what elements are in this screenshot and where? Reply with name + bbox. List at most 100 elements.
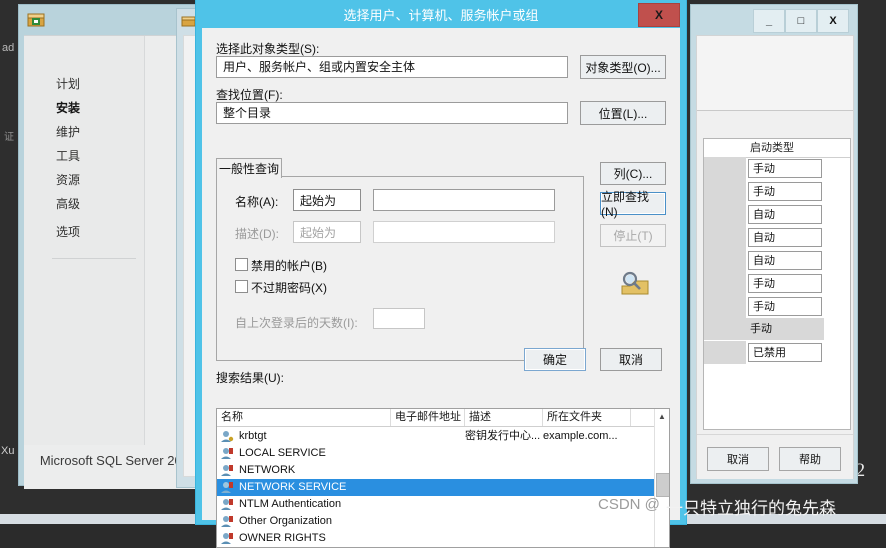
table-row[interactable]: 自动 bbox=[704, 249, 850, 273]
list-item-name: OWNER RIGHTS bbox=[239, 532, 326, 544]
column-header-startup-type: 启动类型 bbox=[750, 142, 794, 154]
startup-type-select[interactable]: 手动 bbox=[748, 297, 822, 316]
scroll-up-icon[interactable]: ▲ bbox=[655, 409, 669, 423]
startup-type-select[interactable]: 手动 bbox=[748, 182, 822, 201]
object-types-button[interactable]: 对象类型(O)... bbox=[580, 55, 666, 79]
days-since-login-select[interactable] bbox=[373, 308, 425, 329]
sql-installer-nav[interactable]: 计划 安装 维护 工具 资源 高级 选项 bbox=[24, 36, 145, 468]
column-header-name[interactable]: 名称 bbox=[217, 409, 391, 426]
results-header-row[interactable]: 名称 电子邮件地址 描述 所在文件夹 bbox=[217, 409, 669, 427]
days-since-login-label: 自上次登录后的天数(I): bbox=[235, 316, 358, 330]
startup-type-select[interactable]: 已禁用 bbox=[748, 343, 822, 362]
common-queries-panel: 名称(A): 起始为 描述(D): 起始为 禁用的帐户(B) 不过期密码(X) … bbox=[216, 176, 584, 361]
column-header-extra[interactable] bbox=[631, 409, 655, 426]
results-scrollbar[interactable]: ▲ bbox=[654, 409, 669, 547]
startup-type-select[interactable]: 自动 bbox=[748, 228, 822, 247]
user-key-icon bbox=[221, 431, 234, 442]
name-operator-select[interactable]: 起始为 bbox=[293, 189, 361, 211]
builtin-principal-icon bbox=[221, 465, 233, 476]
table-row[interactable]: 自动 bbox=[704, 226, 850, 250]
list-item[interactable]: LOCAL SERVICE bbox=[217, 445, 654, 462]
startup-type-select[interactable]: 自动 bbox=[748, 251, 822, 270]
table-row[interactable]: 自动 bbox=[704, 203, 850, 227]
help-button[interactable]: 帮助 bbox=[779, 447, 841, 471]
sidebar-item-planning[interactable]: 计划 bbox=[56, 74, 140, 94]
row-name-cell bbox=[704, 341, 746, 365]
watermark-prefix: CSDN @ bbox=[598, 496, 660, 513]
startup-type-select[interactable]: 手动 bbox=[748, 159, 822, 178]
row-name-cell bbox=[704, 157, 746, 181]
cancel-button[interactable]: 取消 bbox=[707, 447, 769, 471]
object-type-label: 选择此对象类型(S): bbox=[216, 42, 320, 56]
list-item[interactable]: krbtgt 密钥发行中心... example.com... bbox=[217, 428, 654, 445]
list-item-description: 密钥发行中心... bbox=[465, 430, 541, 442]
services-startup-grid[interactable]: 启动类型 手动 手动 自动 自动 自动 手动 手动 手动 已禁用 bbox=[703, 138, 851, 430]
select-users-dialog[interactable]: 选择用户、计算机、服务帐户或组 X 选择此对象类型(S): 用户、服务帐户、组或… bbox=[196, 0, 686, 548]
table-row[interactable]: 手动 bbox=[704, 295, 850, 319]
list-item[interactable]: NTLM Authentication bbox=[217, 496, 654, 513]
dialog-cancel-button[interactable]: 取消 bbox=[600, 348, 662, 371]
minimize-button[interactable]: _ bbox=[753, 9, 785, 33]
builtin-principal-icon bbox=[221, 499, 233, 510]
column-header-folder[interactable]: 所在文件夹 bbox=[543, 409, 631, 426]
list-item-folder: example.com... bbox=[543, 430, 618, 442]
table-row[interactable]: 手动 bbox=[704, 272, 850, 296]
services-button-bar: 取消 帮助 bbox=[697, 434, 853, 479]
desktop-text-fragment-bottom: Xu bbox=[1, 445, 15, 457]
stop-button[interactable]: 停止(T) bbox=[600, 224, 666, 247]
watermark-author: 一只特立独行的兔先森 bbox=[666, 499, 836, 518]
description-input[interactable] bbox=[373, 221, 555, 243]
services-window[interactable]: _ □ X 启动类型 手动 手动 自动 自动 自动 手动 手动 手动 已禁用 取… bbox=[690, 4, 858, 484]
list-item-selected[interactable]: NETWORK SERVICE bbox=[217, 479, 654, 496]
builtin-principal-icon bbox=[221, 448, 233, 459]
table-row[interactable]: 手动 bbox=[704, 180, 850, 204]
sidebar-item-maintenance[interactable]: 维护 bbox=[56, 122, 140, 142]
dialog-body: 选择此对象类型(S): 用户、服务帐户、组或内置安全主体 对象类型(O)... … bbox=[202, 28, 680, 548]
disabled-accounts-checkbox[interactable] bbox=[235, 258, 248, 271]
startup-type-select[interactable]: 手动 bbox=[748, 274, 822, 293]
list-item[interactable]: NETWORK bbox=[217, 462, 654, 479]
services-titlebar[interactable]: _ □ X bbox=[691, 5, 857, 35]
table-row[interactable]: 手动 bbox=[704, 157, 850, 181]
services-body: 启动类型 手动 手动 自动 自动 自动 手动 手动 手动 已禁用 取消 帮助 bbox=[696, 35, 854, 479]
list-item-name: LOCAL SERVICE bbox=[239, 447, 326, 459]
name-label: 名称(A): bbox=[235, 195, 279, 209]
disabled-accounts-label: 禁用的帐户(B) bbox=[251, 259, 327, 273]
sidebar-item-advanced[interactable]: 高级 bbox=[56, 194, 140, 214]
description-operator-select[interactable]: 起始为 bbox=[293, 221, 361, 243]
name-input[interactable] bbox=[373, 189, 555, 211]
table-row[interactable]: 已禁用 bbox=[704, 341, 850, 365]
close-icon[interactable]: X bbox=[638, 3, 680, 27]
object-type-field[interactable]: 用户、服务帐户、组或内置安全主体 bbox=[216, 56, 568, 78]
row-name-cell bbox=[704, 272, 746, 296]
location-button[interactable]: 位置(L)... bbox=[580, 101, 666, 125]
location-field[interactable]: 整个目录 bbox=[216, 102, 568, 124]
column-header-email[interactable]: 电子邮件地址 bbox=[391, 409, 465, 426]
desktop-text-fragment-mid: 证 bbox=[4, 132, 14, 143]
sidebar-item-options[interactable]: 选项 bbox=[56, 222, 140, 242]
sidebar-item-tools[interactable]: 工具 bbox=[56, 146, 140, 166]
setup-box-icon-small bbox=[181, 16, 196, 27]
services-top-pane bbox=[697, 36, 853, 111]
tab-common-queries[interactable]: 一般性查询 bbox=[216, 158, 282, 178]
startup-type-select[interactable]: 自动 bbox=[748, 205, 822, 224]
builtin-principal-icon bbox=[221, 516, 233, 527]
close-button[interactable]: X bbox=[817, 9, 849, 33]
description-label: 描述(D): bbox=[235, 227, 279, 241]
list-item[interactable]: OWNER RIGHTS bbox=[217, 530, 654, 547]
dialog-title: 选择用户、计算机、服务帐户或组 bbox=[343, 7, 539, 23]
find-now-button[interactable]: 立即查找(N) bbox=[600, 190, 666, 219]
list-item[interactable]: Other Organization bbox=[217, 513, 654, 530]
columns-button[interactable]: 列(C)... bbox=[600, 162, 666, 185]
non-expiring-password-checkbox[interactable] bbox=[235, 280, 248, 293]
sidebar-item-installation[interactable]: 安装 bbox=[56, 98, 140, 118]
maximize-button[interactable]: □ bbox=[785, 9, 817, 33]
table-row[interactable]: 手动 bbox=[704, 318, 850, 341]
sidebar-item-resources[interactable]: 资源 bbox=[56, 170, 140, 190]
services-grid-header: 启动类型 bbox=[704, 139, 850, 158]
list-item-name: NTLM Authentication bbox=[239, 498, 342, 510]
column-header-description[interactable]: 描述 bbox=[465, 409, 543, 426]
column-header-blank bbox=[704, 139, 746, 157]
ok-button[interactable]: 确定 bbox=[524, 348, 586, 371]
search-results-list[interactable]: 名称 电子邮件地址 描述 所在文件夹 krbtgt 密钥发行中心... exam… bbox=[216, 408, 670, 548]
